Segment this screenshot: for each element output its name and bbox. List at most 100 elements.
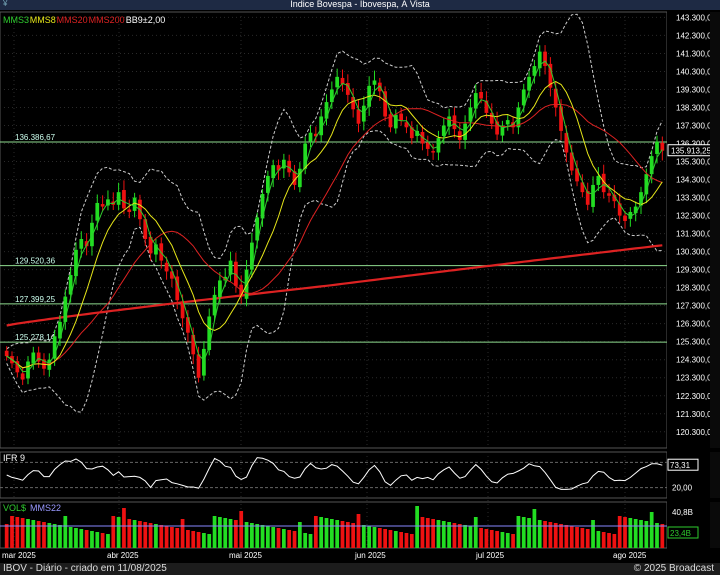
status-footer: IBOV - Diário - criado em 11/08/2025 © 2… [0, 563, 720, 575]
candle-body [122, 190, 126, 209]
ifr-level-label: 20,00 [672, 484, 693, 493]
volume-bar [479, 528, 483, 548]
candle-body [164, 262, 169, 272]
volume-bar [404, 533, 409, 548]
title-bar: ¥ Indice Bovespa - Ibovespa, À Vista [0, 0, 720, 10]
footer-left-text: IBOV - Diário - criado em 11/08/2025 [3, 563, 167, 574]
volume-bar [532, 509, 537, 548]
volume-bar [649, 512, 654, 548]
candle-body [356, 109, 361, 124]
volume-bar [47, 523, 52, 548]
volume-bar [313, 516, 318, 548]
volume-bar [425, 518, 430, 548]
candle-body [479, 91, 483, 99]
volume-bar [170, 527, 174, 548]
volume-bar [308, 534, 313, 548]
volume-bar [655, 523, 659, 548]
candle-body [399, 113, 403, 121]
volume-bar [601, 532, 606, 548]
ifr-panel [0, 451, 668, 499]
volume-bar [79, 529, 84, 548]
volume-bar [351, 523, 356, 548]
volume-bar [276, 528, 281, 548]
x-tick-label: jun 2025 [354, 551, 386, 560]
volume-bar [623, 517, 627, 548]
volume-bar [644, 521, 649, 548]
volume-bar [68, 527, 73, 548]
volume-bar [90, 531, 94, 548]
volume-bar [271, 527, 276, 548]
chart-area[interactable]: 143.300,00142.300,00141.300,00140.300,00… [0, 10, 720, 563]
volume-bar [26, 519, 30, 548]
volume-bar [20, 518, 25, 548]
main-panel [0, 11, 668, 449]
volume-bar [617, 516, 622, 548]
volume-bar [367, 526, 372, 548]
candle-body [202, 348, 206, 376]
volume-bar [505, 533, 510, 548]
volume-bar [489, 530, 494, 548]
volume-bar [484, 529, 489, 548]
candle-body [260, 193, 265, 219]
volume-bar [569, 526, 574, 548]
ifr-scrollbar[interactable] [710, 452, 720, 498]
volume-bar [106, 534, 110, 548]
volume-value-label: 23,4B [670, 529, 691, 538]
volume-ma-title: MMS22 [30, 503, 61, 513]
volume-bar [639, 520, 643, 548]
candle-body [79, 239, 84, 249]
volume-bar [186, 530, 190, 548]
x-tick-label: mai 2025 [229, 551, 262, 560]
main-scrollbar[interactable] [710, 12, 720, 448]
candle-body [90, 222, 94, 247]
legend-item: MMS200 [89, 15, 125, 25]
candle-body [191, 334, 196, 355]
legend-item: MMS20 [57, 15, 88, 25]
volume-bar [84, 530, 89, 548]
volume-bar [431, 519, 435, 548]
ifr-title: IFR 9 [3, 453, 25, 463]
legend-item: MMS3 [3, 15, 29, 25]
reference-line-label: 129.520,36 [15, 257, 56, 266]
volume-bar [473, 517, 478, 548]
volume-bar [148, 523, 153, 548]
volume-bar [250, 523, 254, 548]
volume-bar [266, 526, 270, 548]
candle-body [441, 125, 446, 136]
reference-line-label: 127.399,25 [15, 295, 56, 304]
volume-scrollbar[interactable] [710, 502, 720, 548]
volume-bar [234, 520, 238, 548]
candle-body [623, 215, 627, 221]
window-title: Indice Bovespa - Ibovespa, À Vista [290, 0, 430, 9]
x-tick-label: mar 2025 [2, 551, 36, 560]
volume-bar [495, 531, 499, 548]
volume-bar [255, 524, 260, 548]
volume-bar [633, 519, 638, 548]
candle-body [95, 202, 100, 221]
volume-bar [319, 517, 324, 548]
volume-bar [420, 517, 425, 548]
volume-bar [212, 516, 217, 548]
volume-bar [15, 517, 20, 548]
volume-bar [324, 518, 329, 548]
volume-bar [596, 531, 601, 548]
volume-bar [436, 520, 441, 548]
volume-bar [559, 524, 563, 548]
x-tick-label: jul 2025 [475, 551, 505, 560]
volume-bar [500, 532, 505, 548]
volume-bar [281, 529, 286, 548]
volume-bar [191, 531, 196, 548]
volume-bar [356, 514, 361, 548]
volume-bar [660, 524, 665, 548]
volume-bar [292, 531, 297, 548]
volume-bar [228, 519, 233, 548]
volume-bar [415, 506, 419, 548]
volume-bar [138, 521, 142, 548]
volume-bar [159, 525, 164, 548]
volume-bar [340, 521, 345, 548]
legend-item: BB9±2,00 [126, 15, 165, 25]
volume-bar [127, 519, 132, 548]
candle-body [452, 115, 457, 130]
volume-bar [383, 529, 388, 548]
candle-body [196, 354, 201, 378]
